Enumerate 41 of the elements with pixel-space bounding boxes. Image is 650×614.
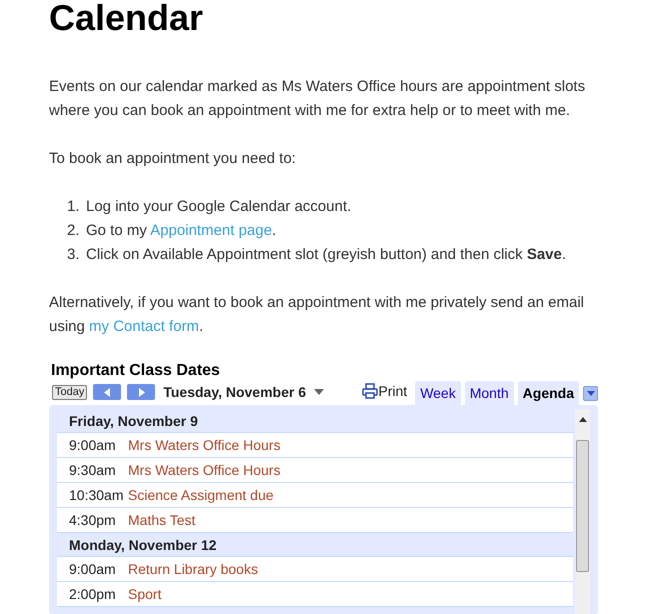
view-tab[interactable]: Agenda: [518, 381, 579, 405]
menu-button[interactable]: [583, 386, 598, 401]
current-date: Tuesday, November 6: [163, 384, 306, 400]
view-tab[interactable]: Month: [464, 381, 514, 405]
scrollbar[interactable]: [575, 409, 590, 614]
alternative-paragraph: Alternatively, if you want to book an appointment with me privately send an email using my Contact form.: [49, 293, 586, 337]
list-number: 1.: [67, 197, 81, 217]
step-text: Click on Available Appointment slot (greyish button) and then click Save.: [86, 245, 566, 265]
today-button[interactable]: Today: [52, 385, 88, 400]
list-number: 2.: [67, 221, 81, 241]
event-link[interactable]: Return Library books: [128, 561, 258, 577]
calendar-title: Important Class Dates: [50, 361, 221, 381]
intro-paragraph: Events on our calendar marked as Ms Waters Office hours are appointment slots where you can book an appointment with me for extra help or to meet with me.: [49, 77, 586, 121]
event-time: 4:30pm: [69, 512, 117, 528]
list-number: 3.: [67, 245, 81, 265]
step-text: Go to my Appointment page.: [86, 221, 276, 241]
page-heading: Calendar: [49, 0, 204, 36]
event-link[interactable]: Mrs Waters Office Hours: [128, 462, 280, 478]
link[interactable]: my Contact form: [89, 318, 200, 335]
event-time: 9:30am: [69, 462, 117, 478]
instruction-text: To book an appointment you need to:: [49, 149, 297, 169]
event-time: 2:00pm: [69, 586, 117, 602]
left-arrow-icon: [104, 388, 111, 396]
event-link[interactable]: Mrs Waters Office Hours: [128, 437, 280, 453]
caret-icon: [586, 391, 594, 396]
print-button[interactable]: Print: [362, 383, 408, 399]
dropdown-icon[interactable]: [314, 389, 324, 395]
event-link[interactable]: Maths Test: [128, 512, 196, 528]
previous-button[interactable]: [93, 384, 122, 400]
event-time: 10:30am: [69, 487, 124, 503]
scroll-up-icon[interactable]: [578, 417, 586, 422]
step-text: Log into your Google Calendar account.: [86, 197, 352, 217]
link[interactable]: Appointment page: [150, 222, 272, 239]
right-arrow-icon: [138, 388, 145, 396]
next-button[interactable]: [127, 384, 156, 400]
event-link[interactable]: Sport: [128, 586, 162, 602]
event-time: 9:00am: [69, 437, 117, 453]
event-link[interactable]: Science Assigment due: [128, 487, 274, 503]
view-tab[interactable]: Week: [415, 381, 461, 405]
printer-icon: [362, 383, 378, 399]
event-time: 9:00am: [69, 561, 117, 577]
